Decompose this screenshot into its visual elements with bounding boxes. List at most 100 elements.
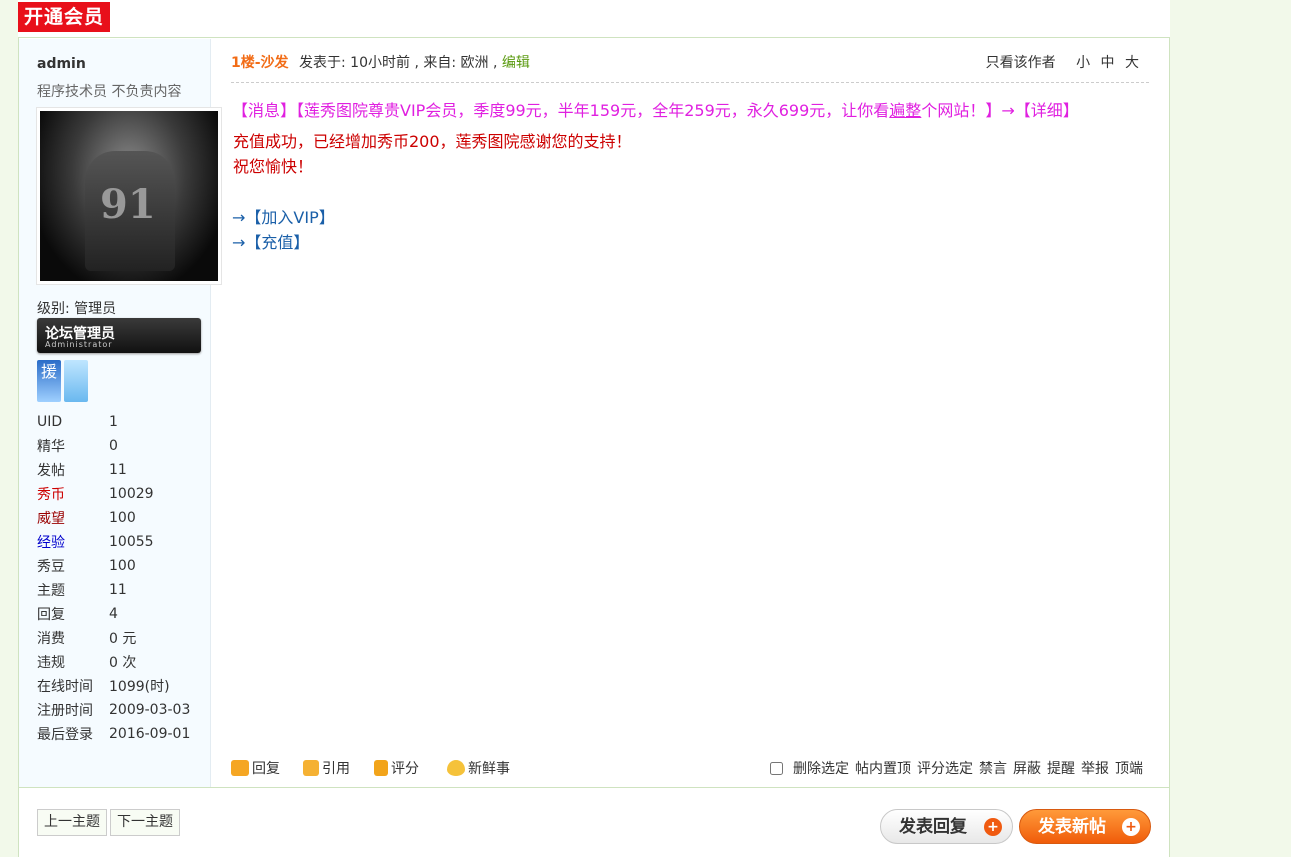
stat-key: UID [37,414,63,430]
recharge-link[interactable]: →【充值】 [232,229,309,253]
floor-label[interactable]: 1楼-沙发 [231,55,289,71]
stat-row: 发帖 11 [37,458,190,482]
mod-action-item[interactable]: 禁言 [979,758,1007,778]
font-size-large[interactable]: 大 [1125,55,1139,71]
stat-key: 主题 [37,583,65,599]
admin-rank-badge: 论坛管理员 Administrator [37,318,201,353]
stat-value: 0 元 [109,631,137,647]
vip-button[interactable]: 开通会员 [18,2,111,32]
stat-row: 主题 11 [37,578,190,602]
stat-key: 注册时间 [37,703,93,719]
heart-icon [447,760,465,776]
stat-value: 0 次 [109,655,137,671]
stat-key: 秀币 [37,487,65,503]
stat-value: 1099(时) [109,679,170,695]
mod-action-item[interactable]: 评分选定 [917,758,973,778]
mod-action-item[interactable]: 帖内置顶 [855,758,911,778]
stat-key: 威望 [37,511,65,527]
stat-row: 威望 100 [37,506,190,530]
medal-icon[interactable]: 援 [37,360,61,402]
stat-value: 11 [109,462,127,478]
plus-icon: + [984,818,1002,836]
stat-value: 10055 [109,534,154,550]
stat-row: 注册时间 2009-03-03 [37,698,190,722]
stat-key: 违规 [37,655,65,671]
quote-icon [303,760,319,776]
stat-value: 0 [109,438,118,454]
select-post-checkbox[interactable] [770,761,783,775]
user-stats: UID 1 精华 0 发帖 11 秀币 10029 威望 100 经验 10055 秀豆 100 主题 11 回… [37,410,190,746]
stat-row: 精华 0 [37,434,190,458]
mod-action-item[interactable]: 顶端 [1115,758,1143,778]
stat-row: 消费 0 元 [37,626,190,650]
mod-action-item[interactable]: 举报 [1081,758,1109,778]
stat-key: 经验 [37,535,65,551]
font-size-small[interactable]: 小 [1076,55,1090,71]
stat-key: 秀豆 [37,559,65,575]
avatar-image: 91 [40,111,218,281]
recharge-success-text: 充值成功，已经增加秀币200，莲秀图院感谢您的支持！ [233,132,632,151]
stat-value: 100 [109,558,136,574]
fresh-action[interactable]: 新鲜事 [447,758,510,778]
avatar-jersey-number: 91 [100,181,156,228]
post-reply-button[interactable]: 发表回复 + [880,809,1013,844]
stat-value: 2009-03-03 [109,702,191,718]
stat-key: 最后登录 [37,727,93,743]
stat-value: 4 [109,606,118,622]
post-reply-label: 发表回复 [899,817,967,837]
stat-key: 回复 [37,607,65,623]
stat-row: UID 1 [37,410,190,434]
stat-value: 1 [109,414,118,430]
greeting-text: 祝您愉快！ [233,157,314,176]
stat-row: 违规 0 次 [37,650,190,674]
only-author-link[interactable]: 只看该作者 [986,55,1056,71]
post-action-bar: 回复 引用 评分 新鲜事 删除选定 帖内置顶 评分选定 禁言 屏蔽 提醒 举报 顶端 [231,758,1149,782]
reply-action[interactable]: 回复 [231,758,280,778]
medal-icon[interactable] [64,360,88,402]
user-title: 程序技术员 不负责内容 [37,84,182,100]
stat-key: 在线时间 [37,679,93,695]
stat-row: 经验 10055 [37,530,190,554]
speech-bubble-icon [231,760,249,776]
stat-key: 精华 [37,439,65,455]
plus-icon: + [1122,818,1140,836]
stat-value: 2016-09-01 [109,726,191,742]
user-level: 级别: 管理员 [37,301,117,317]
post-meta: 发表于: 10小时前 , 来自: 欧洲 , [299,55,498,71]
promo-text-a: 【消息】【莲秀图院尊贵VIP会员，季度99元，半年159元，全年259元，永久6… [232,101,890,120]
stat-row: 秀币 10029 [37,482,190,506]
stat-key: 发帖 [37,463,65,479]
prev-topic-button[interactable]: 上一主题 [37,809,107,836]
stat-value: 10029 [109,486,154,502]
mod-action-item[interactable]: 提醒 [1047,758,1075,778]
edit-link[interactable]: 编辑 [502,55,530,71]
mod-action-item[interactable]: 删除选定 [793,758,849,778]
stat-value: 100 [109,510,136,526]
promo-message[interactable]: 【消息】【莲秀图院尊贵VIP会员，季度99元，半年159元，全年259元，永久6… [232,97,1079,121]
promo-text-b: 个网站！】→【详细】 [921,101,1079,120]
stat-row: 回复 4 [37,602,190,626]
username[interactable]: admin [37,56,86,72]
post-header: 1楼-沙发 发表于: 10小时前 , 来自: 欧洲 , 编辑 只看该作者 小 中… [231,50,1149,83]
rate-label: 评分 [391,761,419,777]
new-thread-button[interactable]: 发表新帖 + [1019,809,1151,844]
mod-action-item[interactable]: 屏蔽 [1013,758,1041,778]
promo-text-underlined: 遍整 [889,101,922,120]
new-thread-label: 发表新帖 [1038,817,1106,837]
next-topic-button[interactable]: 下一主题 [110,809,180,836]
quote-action[interactable]: 引用 [303,758,350,778]
join-vip-link[interactable]: →【加入VIP】 [232,204,335,228]
font-size-medium[interactable]: 中 [1101,55,1115,71]
admin-badge-subtitle: Administrator [45,340,113,349]
fresh-label: 新鲜事 [468,761,510,777]
plus-one-icon [374,760,388,776]
stat-key: 消费 [37,631,65,647]
avatar[interactable]: 91 [36,107,222,285]
stat-row: 在线时间 1099(时) [37,674,190,698]
rate-action[interactable]: 评分 [374,758,419,778]
stat-value: 11 [109,582,127,598]
stat-row: 最后登录 2016-09-01 [37,722,190,746]
moderation-tools: 删除选定 帖内置顶 评分选定 禁言 屏蔽 提醒 举报 顶端 [770,758,1149,778]
footer-divider [18,787,1170,788]
quote-label: 引用 [322,761,350,777]
